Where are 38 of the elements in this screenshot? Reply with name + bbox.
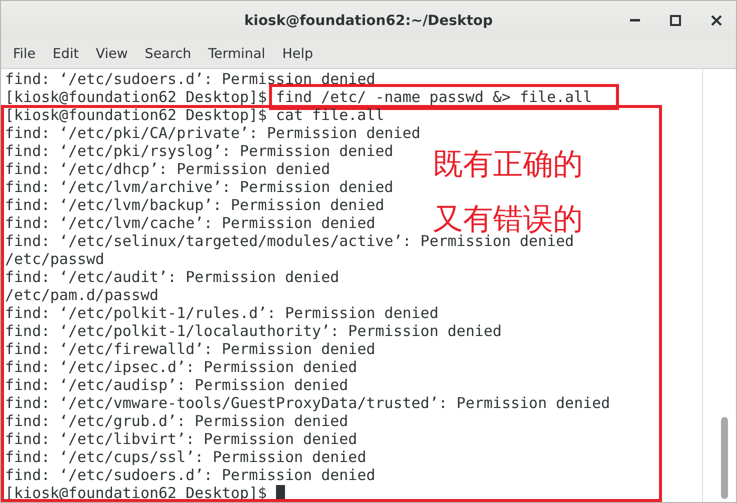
menu-item[interactable]: Terminal: [204, 44, 272, 64]
close-icon[interactable]: [711, 15, 722, 26]
terminal-line: find: ‘/etc/pki/rsyslog’: Permission denied: [5, 142, 394, 160]
terminal-line: /etc/passwd: [5, 250, 104, 268]
terminal-line: find: ‘/etc/dhcp’: Permission denied: [5, 160, 330, 178]
terminal-line: /etc/pam.d/passwd: [5, 286, 159, 304]
minimize-icon[interactable]: [630, 19, 640, 22]
terminal-line: find: ‘/etc/vmware-tools/GuestProxyData/trusted’: Permission denied: [5, 394, 610, 412]
terminal-line: find: ‘/etc/grub.d’: Permission denied: [5, 412, 348, 430]
terminal-line: find: ‘/etc/cups/ssl’: Permission denied: [5, 448, 366, 466]
menu-item[interactable]: Edit: [48, 44, 86, 64]
terminal-prompt: [kiosk@foundation62 Desktop]$: [5, 88, 267, 106]
terminal-command: cat file.all: [276, 106, 384, 124]
scrollbar-thumb[interactable]: [721, 417, 728, 499]
maximize-icon[interactable]: [670, 15, 681, 26]
menu-item[interactable]: Help: [278, 44, 320, 64]
terminal-line: find: ‘/etc/sudoers.d’: Permission denied: [5, 70, 376, 88]
terminal-line: find: ‘/etc/sudoers.d’: Permission denied: [5, 466, 376, 484]
terminal-line: find: ‘/etc/ipsec.d’: Permission denied: [5, 358, 358, 376]
annotation-note: 既有正确的: [433, 147, 583, 183]
terminal-line: find: ‘/etc/firewalld’: Permission denied: [5, 340, 376, 358]
terminal-line: find: ‘/etc/polkit-1/rules.d’: Permission denied: [5, 304, 438, 322]
terminal-prompt: [kiosk@foundation62 Desktop]$: [5, 484, 268, 502]
menu-item[interactable]: File: [9, 44, 43, 64]
terminal-line: find: ‘/etc/audisp’: Permission denied: [5, 376, 348, 394]
terminal-line: find: ‘/etc/audit’: Permission denied: [5, 268, 340, 286]
terminal-line: find: ‘/etc/pki/CA/private’: Permission denied: [5, 124, 420, 142]
menu-item[interactable]: Search: [140, 44, 198, 64]
terminal-line: find: ‘/etc/selinux/targeted/modules/active’: Permission denied: [5, 232, 574, 250]
terminal-line: find: ‘/etc/lvm/cache’: Permission denied: [5, 214, 376, 232]
terminal-line: find: ‘/etc/libvirt’: Permission denied: [5, 430, 358, 448]
terminal-prompt: [kiosk@foundation62 Desktop]$: [5, 106, 267, 124]
terminal-line: find: ‘/etc/lvm/archive’: Permission denied: [5, 178, 394, 196]
terminal-command: find /etc/ -name passwd &> file.all: [276, 88, 592, 106]
terminal-line: find: ‘/etc/polkit-1/localauthority’: Permission denied: [5, 322, 502, 340]
terminal-line: find: ‘/etc/lvm/backup’: Permission denied: [5, 196, 384, 214]
window-title: kiosk@foundation62:~/Desktop: [244, 12, 493, 28]
menu-item[interactable]: View: [92, 44, 135, 64]
